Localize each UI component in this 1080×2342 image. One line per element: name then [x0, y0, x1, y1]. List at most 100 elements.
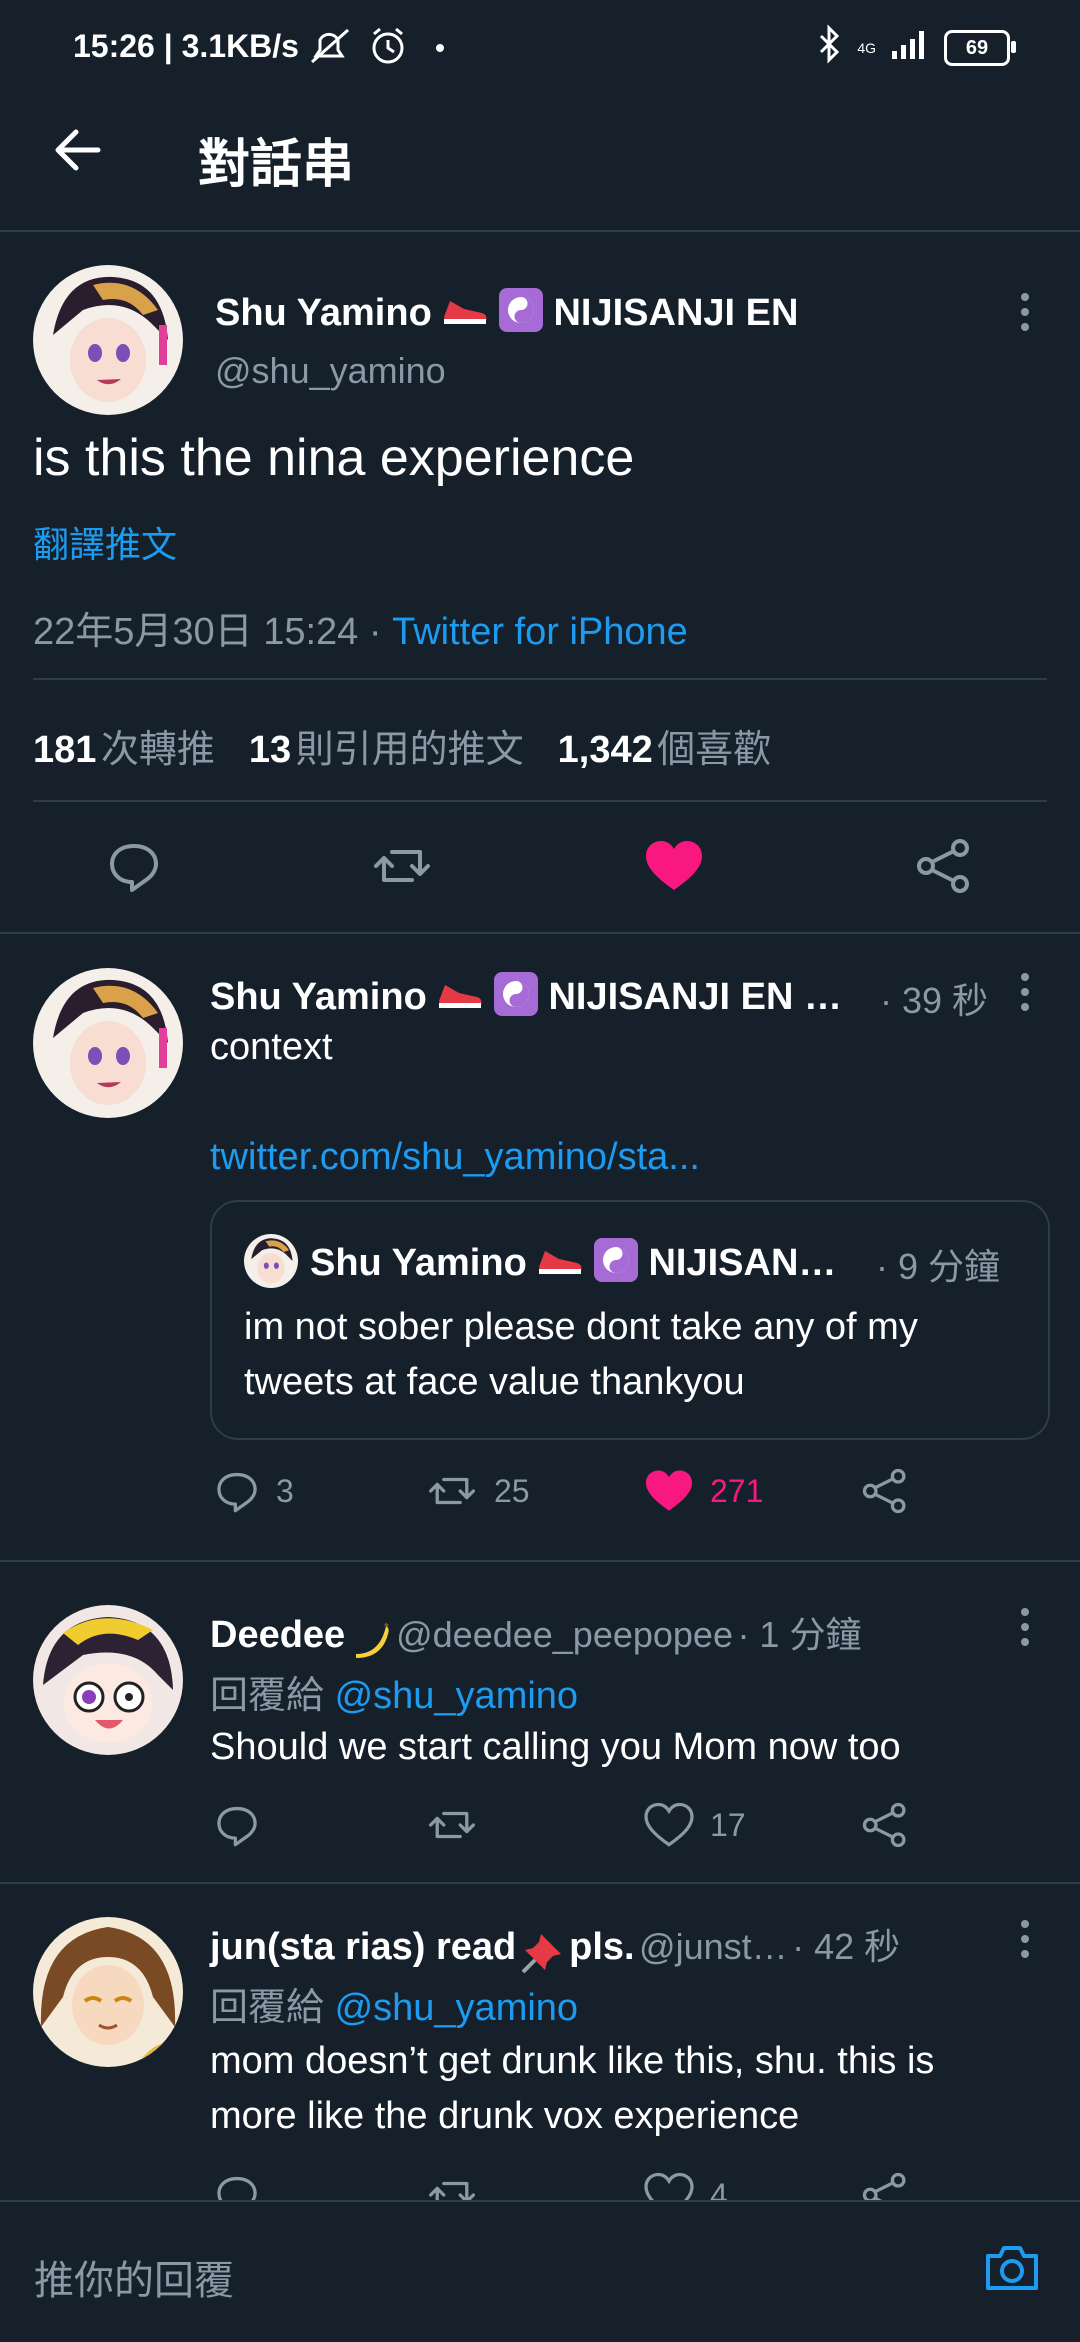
more-options-icon[interactable]	[1019, 1920, 1031, 1958]
quoted-time: · 9 分鐘	[876, 1246, 1001, 1287]
yin-yang-emoji-icon	[493, 972, 538, 1026]
reply-header: jun(sta rias) read pls. @junst… · 42 秒	[210, 1918, 900, 1979]
likes-stat[interactable]: 1,342 個喜歡	[558, 718, 772, 773]
reply-time: · 1 分鐘	[737, 1614, 862, 1655]
reply-author-handle[interactable]: @junst…	[639, 1926, 788, 1967]
battery-icon: 69	[944, 30, 1016, 66]
divider	[33, 678, 1047, 680]
yin-yang-emoji-icon	[498, 288, 543, 342]
bluetooth-icon	[817, 24, 843, 72]
more-options-icon[interactable]	[1019, 1608, 1031, 1646]
reply-text: Should we start calling you Mom now too	[210, 1726, 901, 1768]
more-options-icon[interactable]	[1019, 973, 1031, 1011]
reply-to: 回覆給 @shu_yamino	[210, 1675, 579, 1717]
reply-to-link[interactable]: @shu_yamino	[335, 1987, 578, 2029]
reply-author-name[interactable]: Shu Yamino NIJISANJI EN …	[210, 972, 842, 1026]
reply-button[interactable]: 3	[214, 1468, 294, 1514]
retweet-button[interactable]	[426, 1802, 478, 1848]
like-button[interactable]: 17	[644, 1802, 746, 1848]
sneaker-emoji-icon	[537, 1243, 583, 1287]
tweet-meta: 22年5月30日 15:24 · Twitter for iPhone	[33, 600, 688, 655]
status-icons: 4G 69	[817, 24, 1016, 72]
tweet-link[interactable]: twitter.com/shu_yamino/sta...	[210, 1136, 700, 1179]
reply-author-name[interactable]: Deedee	[210, 1614, 345, 1656]
reply-count: 3	[276, 1472, 294, 1509]
status-bar: 15:26 | 3.1KB/s 4G 69	[0, 0, 1080, 96]
status-time: 15:26 | 3.1KB/s	[73, 28, 299, 64]
reply-text-line1: mom doesn’t get drunk like this, shu. th…	[210, 2040, 935, 2082]
retweet-count: 25	[494, 1472, 530, 1509]
back-button[interactable]	[48, 120, 108, 180]
quotes-stat[interactable]: 13 則引用的推文	[249, 718, 524, 773]
like-count: 271	[710, 1472, 764, 1509]
avatar[interactable]	[33, 1917, 183, 2067]
divider	[33, 800, 1047, 802]
tweet-source[interactable]: Twitter for iPhone	[392, 611, 688, 653]
tweet-datetime: 22年5月30日 15:24 ·	[33, 611, 393, 653]
avatar[interactable]	[33, 265, 183, 415]
author-name[interactable]: Shu Yamino NIJISANJI EN	[215, 288, 798, 342]
camera-button[interactable]	[982, 2238, 1042, 2298]
pushpin-emoji-icon	[521, 1930, 565, 1979]
quoted-text-line2: tweets at face value thankyou	[244, 1361, 745, 1403]
quoted-author-name: Shu Yamino NIJISAN…	[310, 1238, 836, 1292]
avatar[interactable]	[33, 968, 183, 1118]
retweet-button[interactable]: 25	[426, 1468, 530, 1514]
share-button[interactable]	[860, 1802, 910, 1848]
like-button[interactable]	[644, 838, 704, 894]
reply-button[interactable]	[106, 838, 162, 894]
share-icon	[862, 1802, 906, 1848]
heart-outline-icon	[644, 1802, 694, 1847]
reply-text: context	[210, 1026, 333, 1068]
more-options-icon[interactable]	[1019, 293, 1031, 331]
divider	[0, 932, 1080, 934]
reply-icon	[110, 844, 158, 892]
retweet-icon	[428, 1477, 475, 1505]
retweet-button[interactable]	[372, 838, 432, 894]
alarm-icon	[368, 26, 408, 74]
reply-author-name-end[interactable]: pls.	[569, 1926, 634, 1968]
arrow-left-icon	[55, 129, 101, 171]
like-button[interactable]: 271	[644, 1468, 763, 1514]
sneaker-emoji-icon	[442, 293, 488, 337]
reply-author-name[interactable]: jun(sta rias) read	[210, 1926, 516, 1968]
header-divider	[0, 230, 1080, 232]
retweet-icon	[428, 1811, 475, 1839]
share-button[interactable]	[914, 838, 974, 894]
reply-header: Deedee @deedee_peepopee · 1 分鐘	[210, 1606, 861, 1665]
reply-author-handle[interactable]: @deedee_peepopee	[396, 1614, 733, 1655]
divider	[0, 1882, 1080, 1884]
divider	[0, 1560, 1080, 1562]
tweet-text: is this the nina experience	[33, 429, 635, 487]
reply-icon	[217, 1472, 257, 1513]
banana-emoji-icon	[350, 1620, 392, 1665]
sneaker-emoji-icon	[437, 977, 483, 1021]
dot-icon	[436, 44, 444, 52]
retweet-icon	[374, 850, 430, 882]
heart-filled-icon	[646, 841, 702, 890]
author-handle[interactable]: @shu_yamino	[215, 350, 446, 392]
heart-filled-icon	[646, 1470, 692, 1511]
share-icon	[917, 839, 969, 893]
camera-icon	[986, 2246, 1038, 2290]
translate-link[interactable]: 翻譯推文	[33, 516, 177, 568]
quoted-tweet-card[interactable]: Shu Yamino NIJISAN… · 9 分鐘 im not sober …	[210, 1200, 1050, 1440]
mute-icon	[308, 26, 354, 74]
reply-icon	[217, 1806, 257, 1847]
tweet-stats: 181 次轉推 13 則引用的推文 1,342 個喜歡	[33, 718, 771, 773]
network-type: 4G	[857, 40, 876, 56]
reply-time: · 39 秒	[880, 980, 989, 1021]
avatar[interactable]	[33, 1605, 183, 1755]
retweets-stat[interactable]: 181 次轉推	[33, 718, 215, 773]
reply-to: 回覆給 @shu_yamino	[210, 1987, 579, 2029]
like-count: 17	[710, 1806, 746, 1843]
share-icon	[862, 1468, 906, 1514]
share-button[interactable]	[860, 1468, 910, 1514]
page-title: 對話串	[198, 136, 355, 194]
reply-to-link[interactable]: @shu_yamino	[335, 1675, 578, 1717]
reply-time: · 42 秒	[792, 1926, 901, 1967]
reply-compose-bar: 推你的回覆	[0, 2200, 1080, 2342]
reply-input[interactable]: 推你的回覆	[34, 2248, 234, 2306]
signal-icon	[890, 27, 930, 69]
reply-button[interactable]	[214, 1802, 260, 1848]
